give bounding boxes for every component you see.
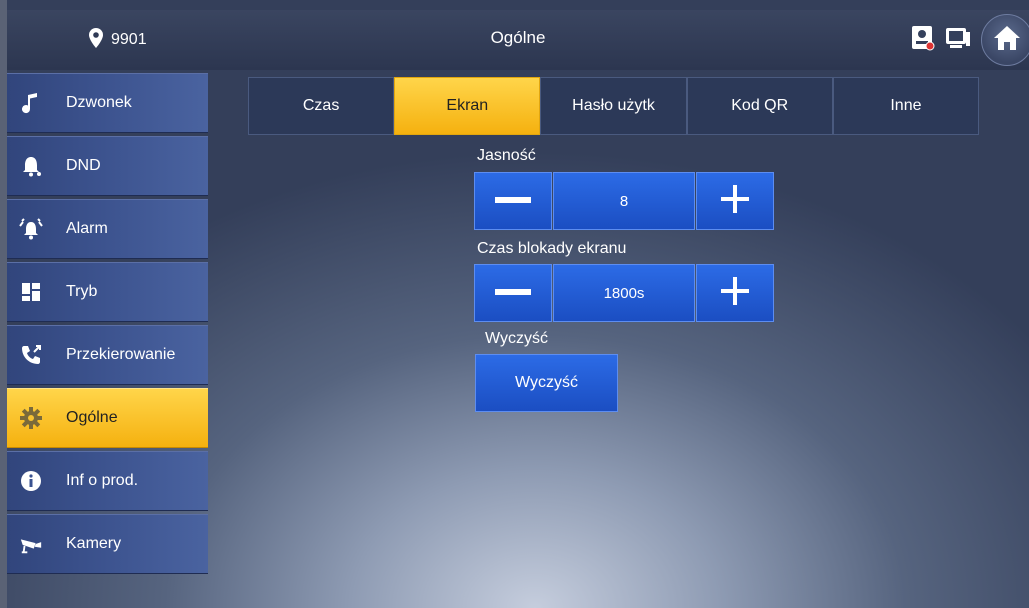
tab-czas[interactable]: Czas [248,77,395,135]
minus-icon [495,192,531,210]
screen-lock-stepper: 1800s [474,264,774,322]
sidebar-item-label: Ogólne [66,409,118,426]
tab-kod-qr[interactable]: Kod QR [686,77,833,135]
sidebar-item-alarm[interactable]: Alarm [7,199,208,259]
sidebar-item-ogolne[interactable]: Ogólne [7,388,208,448]
clear-label: Wyczyść [485,330,548,347]
page-title: Ogólne [490,28,546,47]
info-icon [19,469,43,493]
sidebar-item-label: Inf o prod. [66,472,139,489]
sidebar-item-kamery[interactable]: Kamery [7,514,208,574]
minus-icon [495,284,531,302]
screen-lock-label: Czas blokady ekranu [477,240,627,257]
tab-inne[interactable]: Inne [832,77,980,135]
home-button[interactable] [981,14,1029,66]
music-note-icon [19,91,43,115]
sidebar-item-tryb[interactable]: Tryb [7,262,208,322]
tab-haslo-uzytk[interactable]: Hasło użytk [540,77,687,135]
plus-icon [721,276,749,310]
door-station-icon[interactable] [911,25,935,56]
bell-icon [19,154,43,178]
screen-bezel [0,0,7,608]
brightness-label: Jasność [477,147,536,164]
sidebar-item-label: Dzwonek [66,94,132,111]
sidebar-item-label: Tryb [66,283,98,300]
sidebar-item-info[interactable]: Inf o prod. [7,451,208,511]
tab-ekran[interactable]: Ekran [394,77,541,135]
sidebar-item-label: Alarm [66,220,108,237]
brightness-decrease-button[interactable] [474,172,552,230]
sidebar-item-dnd[interactable]: DND [7,136,208,196]
sidebar: Dzwonek DND Alarm Tryb Przekierowanie Og… [7,73,208,577]
monitor-icon[interactable] [945,26,971,55]
sidebar-item-label: Przekierowanie [66,346,176,363]
screen-lock-decrease-button[interactable] [474,264,552,322]
grid-icon [19,280,43,304]
home-icon [992,24,1022,57]
clear-button[interactable]: Wyczyść [475,354,618,412]
screen-lock-value: 1800s [553,264,695,322]
camera-icon [19,532,43,556]
alarm-icon [19,217,43,241]
screen-lock-increase-button[interactable] [696,264,774,322]
brightness-stepper: 8 [474,172,774,230]
brightness-value: 8 [553,172,695,230]
sidebar-item-label: DND [66,157,101,174]
sidebar-item-przekierowanie[interactable]: Przekierowanie [7,325,208,385]
sidebar-item-label: Kamery [66,535,122,552]
sidebar-item-dzwonek[interactable]: Dzwonek [7,73,208,133]
tab-bar: Czas Ekran Hasło użytk Kod QR Inne [248,77,980,135]
brightness-increase-button[interactable] [696,172,774,230]
plus-icon [721,184,749,218]
gear-icon [19,406,43,430]
top-bar: 9901 Ogólne [7,10,1029,70]
call-forward-icon [19,343,43,367]
